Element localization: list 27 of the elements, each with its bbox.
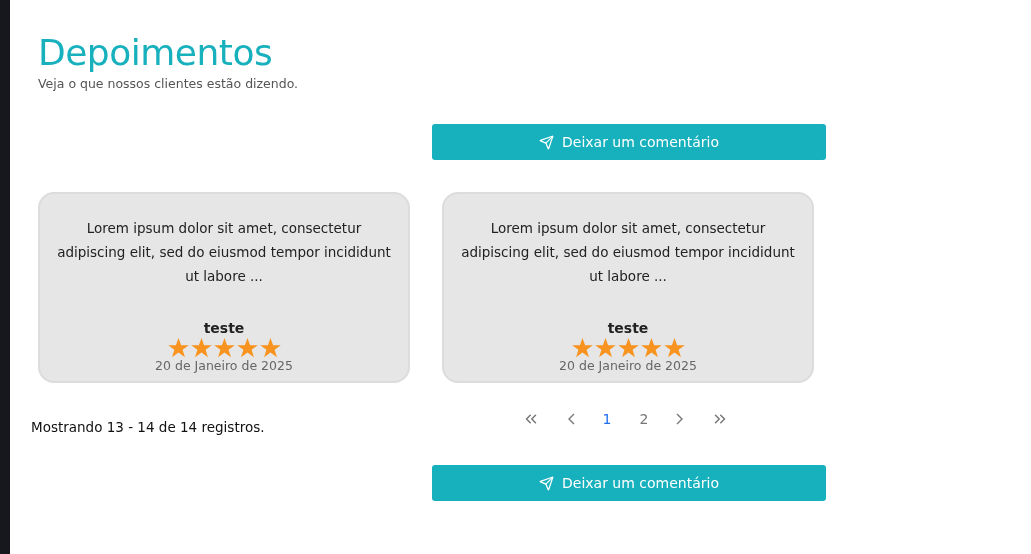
send-icon	[539, 134, 554, 150]
comment-button[interactable]: Deixar um comentário	[432, 124, 826, 160]
star-icon	[571, 338, 593, 358]
page-subtitle: Veja o que nossos clientes estão dizendo.	[38, 76, 300, 91]
star-icon	[640, 338, 662, 358]
star-icon	[167, 338, 189, 358]
testimonial-date: 20 de Janeiro de 2025	[559, 358, 697, 373]
page-title: Depoimentos	[38, 32, 274, 74]
send-icon	[539, 475, 554, 491]
star-icon	[213, 338, 235, 358]
star-icon	[259, 338, 281, 358]
author-name: teste	[203, 320, 245, 336]
author-name: teste	[607, 320, 649, 336]
star-icon	[663, 338, 685, 358]
chevron-left-icon	[567, 413, 575, 425]
testimonial-text: Lorem ipsum dolor sit amet, consectetur adipiscing elit, sed do eiusmod tempor incididunt ut labore ...	[460, 219, 796, 286]
star-icon	[190, 338, 212, 358]
star-icon	[236, 338, 258, 358]
records-summary: Mostrando 13 - 14 de 14 registros.	[31, 419, 266, 435]
star-icon	[617, 338, 639, 358]
comment-button[interactable]: Deixar um comentário	[432, 465, 826, 501]
chevron-right-icon	[676, 413, 684, 425]
testimonial-date: 20 de Janeiro de 2025	[155, 358, 293, 373]
page-button[interactable]: 2	[635, 409, 653, 429]
page-button[interactable]: 1	[598, 409, 616, 429]
testimonial-text: Lorem ipsum dolor sit amet, consectetur adipiscing elit, sed do eiusmod tempor incididunt ut labore ...	[56, 219, 392, 286]
star-icon	[594, 338, 616, 358]
